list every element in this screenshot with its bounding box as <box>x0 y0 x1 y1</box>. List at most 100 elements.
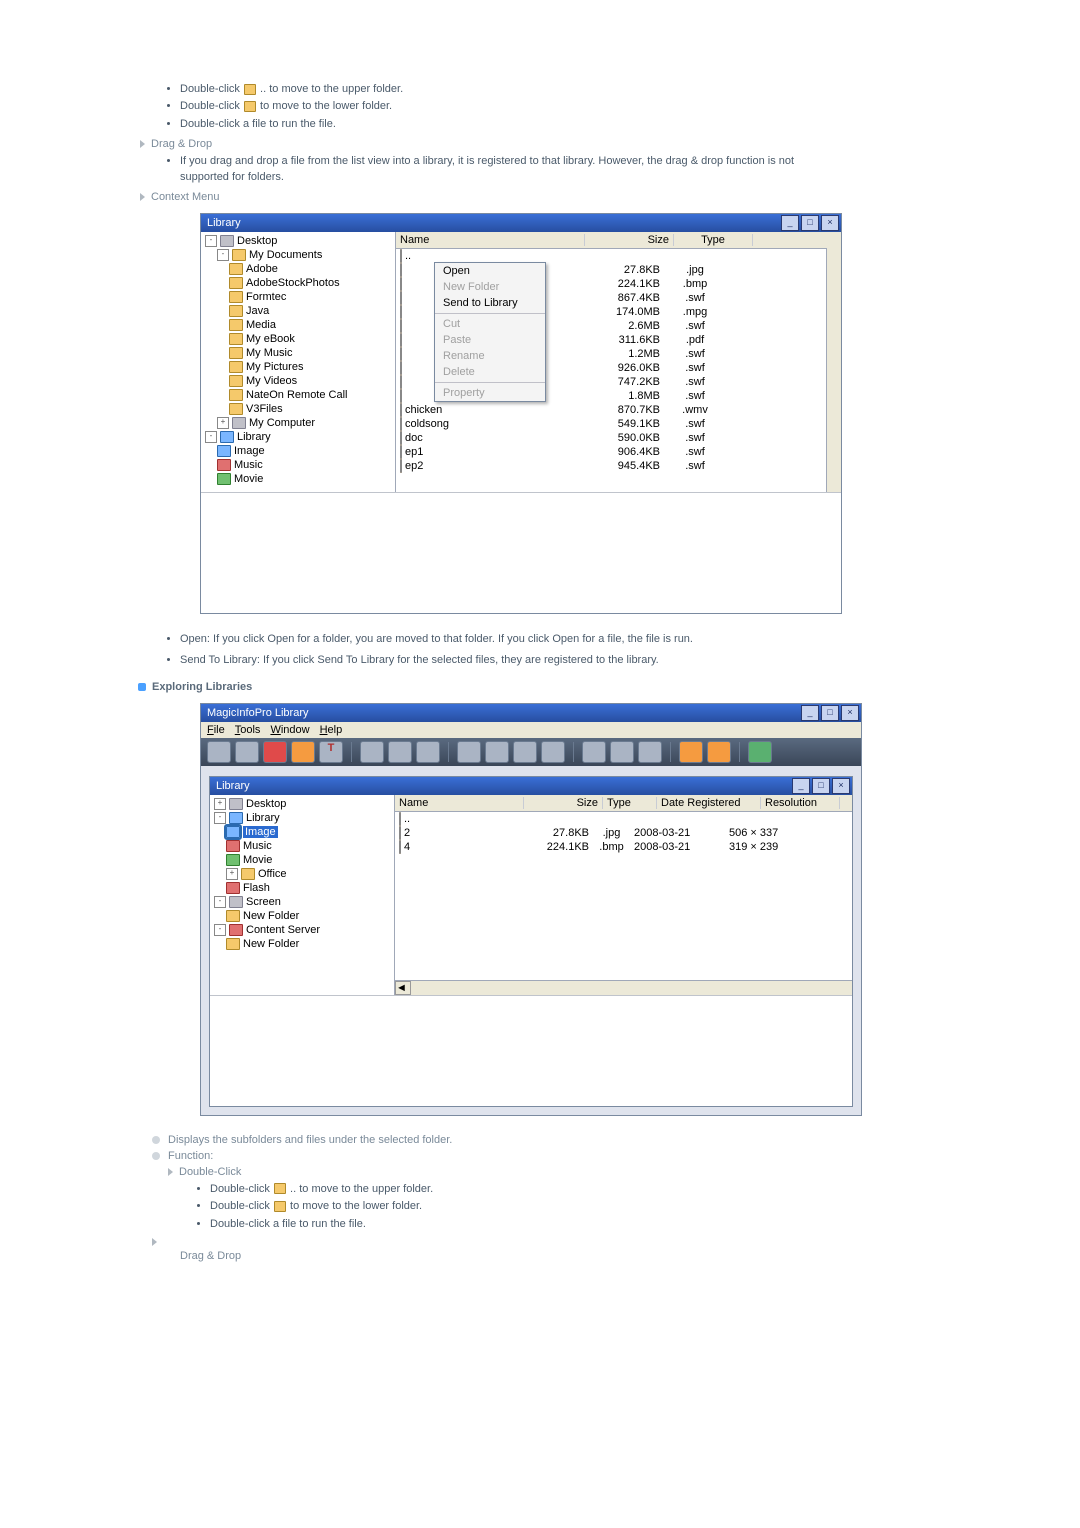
table-row[interactable]: 4224.1KB.bmp2008-03-21319 × 239 <box>399 840 848 854</box>
menu-rename[interactable]: Rename <box>435 348 545 364</box>
tree-node[interactable]: Formtec <box>205 290 395 304</box>
menu-help[interactable]: Help <box>320 724 343 736</box>
menu-new-folder[interactable]: New Folder <box>435 279 545 295</box>
table-row[interactable]: 227.8KB.jpg2008-03-21506 × 337 <box>399 826 848 840</box>
tree-node[interactable]: NateOn Remote Call <box>205 388 395 402</box>
col-size[interactable]: Size <box>585 234 674 246</box>
titlebar[interactable]: Library _ □ × <box>201 214 841 232</box>
col-size[interactable]: Size <box>524 797 603 809</box>
tool-icon[interactable] <box>263 741 287 763</box>
col-type[interactable]: Type <box>674 234 753 246</box>
tree-node[interactable]: Java <box>205 304 395 318</box>
menu-property[interactable]: Property <box>435 385 545 401</box>
tree-node[interactable]: +Office <box>214 867 394 881</box>
menubar[interactable]: File Tools Window Help <box>201 722 861 738</box>
scrollbar[interactable] <box>826 248 841 492</box>
tree-node[interactable]: Media <box>205 318 395 332</box>
tool-icon[interactable] <box>541 741 565 763</box>
tree-node[interactable]: AdobeStockPhotos <box>205 276 395 290</box>
tree-node[interactable]: Image <box>205 444 395 458</box>
tree-node[interactable]: +My Computer <box>205 416 395 430</box>
context-menu[interactable]: Open New Folder Send to Library Cut Past… <box>434 262 546 402</box>
tool-icon[interactable] <box>679 741 703 763</box>
tool-icon[interactable] <box>582 741 606 763</box>
tree-node[interactable]: Movie <box>205 472 395 486</box>
folder-tree[interactable]: +Desktop-LibraryImageMusicMovie+OfficeFl… <box>210 795 395 995</box>
close-button[interactable]: × <box>821 215 839 231</box>
tree-node[interactable]: Flash <box>214 881 394 895</box>
tree-node[interactable]: Movie <box>214 853 394 867</box>
table-row[interactable]: .. <box>399 812 848 826</box>
tool-icon[interactable] <box>707 741 731 763</box>
tool-icon[interactable] <box>748 741 772 763</box>
tool-icon[interactable]: T <box>319 741 343 763</box>
folder-tree[interactable]: -Desktop-My DocumentsAdobeAdobeStockPhot… <box>201 232 396 492</box>
menu-delete[interactable]: Delete <box>435 364 545 380</box>
magicinfopro-window: MagicInfoPro Library _ □ × File Tools Wi… <box>200 703 862 1116</box>
tree-node[interactable]: -Desktop <box>205 234 395 248</box>
tree-node[interactable]: Adobe <box>205 262 395 276</box>
file-list[interactable]: Name Size Type ..27.8KB.jpg224.1KB.bmp86… <box>396 232 841 492</box>
tree-node[interactable]: -Content Server <box>214 923 394 937</box>
tool-icon[interactable] <box>638 741 662 763</box>
close-button[interactable]: × <box>841 705 859 721</box>
menu-file[interactable]: File <box>207 724 225 736</box>
menu-tools[interactable]: Tools <box>235 724 261 736</box>
tool-icon[interactable] <box>235 741 259 763</box>
table-row[interactable]: chicken870.7KB.wmv <box>400 403 837 417</box>
tree-node[interactable]: +Desktop <box>214 797 394 811</box>
list-header[interactable]: Name Size Type <box>396 232 841 249</box>
tree-node[interactable]: New Folder <box>214 909 394 923</box>
tool-icon[interactable] <box>513 741 537 763</box>
tool-icon[interactable] <box>388 741 412 763</box>
tree-node[interactable]: My eBook <box>205 332 395 346</box>
maximize-button[interactable]: □ <box>801 215 819 231</box>
maximize-button[interactable]: □ <box>812 778 830 794</box>
titlebar[interactable]: Library _ □ × <box>210 777 852 795</box>
tree-node[interactable]: -Screen <box>214 895 394 909</box>
titlebar[interactable]: MagicInfoPro Library _ □ × <box>201 704 861 722</box>
tool-icon[interactable] <box>457 741 481 763</box>
close-button[interactable]: × <box>832 778 850 794</box>
table-row[interactable]: .. <box>400 249 837 263</box>
tree-node[interactable]: -Library <box>205 430 395 444</box>
tool-icon[interactable] <box>207 741 231 763</box>
tree-node[interactable]: V3Files <box>205 402 395 416</box>
tree-node[interactable]: New Folder <box>214 937 394 951</box>
file-list[interactable]: Name Size Type Date Registered Resolutio… <box>395 795 852 995</box>
tree-node[interactable]: Music <box>214 839 394 853</box>
col-date[interactable]: Date Registered <box>657 797 761 809</box>
tree-node[interactable]: -My Documents <box>205 248 395 262</box>
tree-node[interactable]: My Music <box>205 346 395 360</box>
table-row[interactable]: ep1906.4KB.swf <box>400 445 837 459</box>
minimize-button[interactable]: _ <box>801 705 819 721</box>
tool-icon[interactable] <box>416 741 440 763</box>
tool-icon[interactable] <box>360 741 384 763</box>
tool-icon[interactable] <box>610 741 634 763</box>
maximize-button[interactable]: □ <box>821 705 839 721</box>
tree-node[interactable]: My Videos <box>205 374 395 388</box>
col-name[interactable]: Name <box>396 234 585 246</box>
tree-node[interactable]: -Library <box>214 811 394 825</box>
table-row[interactable]: doc590.0KB.swf <box>400 431 837 445</box>
tool-icon[interactable] <box>291 741 315 763</box>
menu-window[interactable]: Window <box>270 724 309 736</box>
scrollbar[interactable]: ◄ <box>395 980 852 995</box>
table-row[interactable]: ep2945.4KB.swf <box>400 459 837 473</box>
tree-node[interactable]: My Pictures <box>205 360 395 374</box>
menu-open[interactable]: Open <box>435 263 545 279</box>
menu-cut[interactable]: Cut <box>435 316 545 332</box>
list-header[interactable]: Name Size Type Date Registered Resolutio… <box>395 795 852 812</box>
col-name[interactable]: Name <box>395 797 524 809</box>
tool-icon[interactable] <box>485 741 509 763</box>
toolbar[interactable]: T <box>201 738 861 766</box>
minimize-button[interactable]: _ <box>792 778 810 794</box>
table-row[interactable]: coldsong549.1KB.swf <box>400 417 837 431</box>
menu-send-to-library[interactable]: Send to Library <box>435 295 545 311</box>
menu-paste[interactable]: Paste <box>435 332 545 348</box>
col-res[interactable]: Resolution <box>761 797 840 809</box>
tree-node[interactable]: Image <box>214 825 394 839</box>
col-type[interactable]: Type <box>603 797 657 809</box>
minimize-button[interactable]: _ <box>781 215 799 231</box>
tree-node[interactable]: Music <box>205 458 395 472</box>
